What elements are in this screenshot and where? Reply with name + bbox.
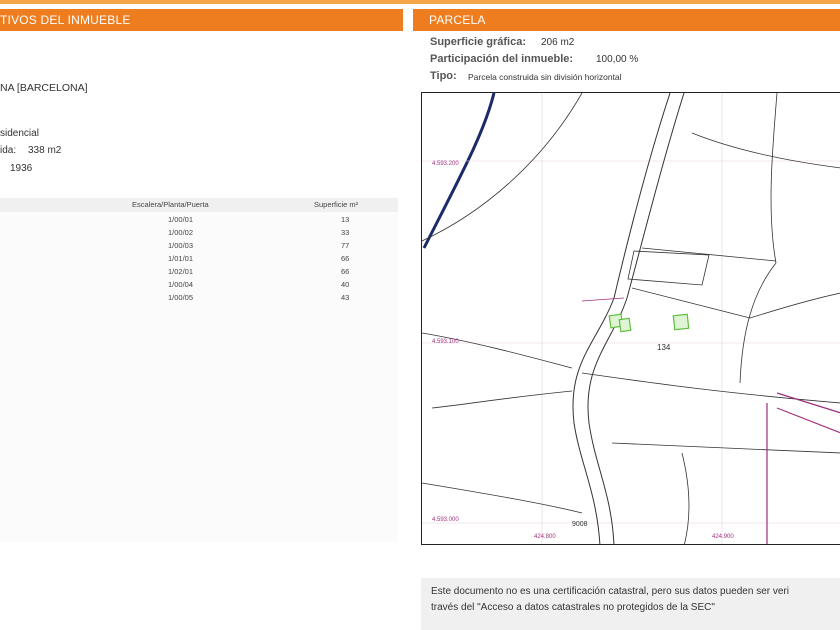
map-parcel-line — [581, 372, 840, 404]
map-parcel-line — [770, 93, 778, 264]
type-value: Parcela construida sin división horizont… — [468, 72, 622, 82]
map-municipal-boundary — [581, 297, 625, 302]
top-accent-line — [0, 0, 840, 4]
footer-note: Este documento no es una certificación c… — [421, 578, 840, 630]
left-panel-header-label: TIVOS DEL INMUEBLE — [0, 13, 131, 27]
row-floor: 1/00/05 — [168, 293, 194, 302]
table-header-floor: Escalera/Planta/Puerta — [132, 200, 209, 209]
road-number-label: 9008 — [572, 521, 588, 528]
map-parcel-line — [681, 452, 690, 544]
map-parcel-line — [611, 442, 840, 454]
map-parcel-line — [631, 287, 751, 319]
footer-note-line-1: Este documento no es una certificación c… — [431, 586, 789, 597]
parcel-number-label: 134 — [657, 343, 671, 352]
map-highlight-building — [672, 313, 690, 331]
map-parcel-line — [431, 390, 573, 409]
row-floor: 1/00/03 — [168, 241, 194, 250]
map-highlight-building — [618, 317, 632, 333]
built-surface-label: ida: — [0, 145, 17, 156]
map-parcel-line — [422, 482, 583, 514]
map-parcel-line — [422, 93, 583, 242]
row-surface: 43 — [341, 293, 350, 302]
table-header-surface: Superficie m² — [314, 200, 359, 209]
left-panel-header: TIVOS DEL INMUEBLE — [0, 9, 403, 31]
coord-label-east-1: 424.800 — [534, 534, 556, 540]
map-thick-boundary — [422, 93, 496, 249]
coord-label-east-2: 424.900 — [712, 534, 734, 540]
row-floor: 1/00/02 — [168, 228, 194, 237]
participation-label: Participación del inmueble: — [430, 53, 574, 65]
cadastral-map[interactable]: 4.593.200 4.593.100 4.593.000 424.800 42… — [421, 92, 840, 545]
map-building-outline — [627, 250, 710, 286]
footer-note-line-2: través del "Acceso a datos catastrales n… — [431, 602, 715, 613]
coord-label-north-3: 4.593.000 — [432, 517, 459, 523]
row-floor: 1/01/01 — [168, 254, 194, 263]
row-surface: 13 — [341, 215, 350, 224]
use-text: sidencial — [0, 128, 39, 139]
map-municipal-boundary — [776, 407, 840, 434]
row-floor: 1/02/01 — [168, 267, 194, 276]
map-parcel-line — [691, 132, 840, 169]
coord-label-north-2: 4.593.100 — [432, 339, 459, 345]
graphic-surface-value: 206 m2 — [541, 37, 575, 48]
row-surface: 66 — [341, 267, 350, 276]
type-label: Tipo: — [430, 70, 457, 82]
map-parcel-line — [749, 292, 840, 319]
right-panel-header-label: PARCELA — [429, 13, 486, 27]
row-surface: 77 — [341, 241, 350, 250]
location-text: NA [BARCELONA] — [0, 82, 88, 94]
table-background — [0, 212, 398, 542]
map-municipal-boundary — [776, 392, 840, 414]
row-surface: 40 — [341, 280, 350, 289]
row-surface: 33 — [341, 228, 350, 237]
right-panel-header: PARCELA — [413, 9, 840, 31]
participation-value: 100,00 % — [596, 54, 639, 65]
year-value: 1936 — [10, 163, 33, 174]
map-canvas: 4.593.200 4.593.100 4.593.000 424.800 42… — [422, 93, 840, 544]
graphic-surface-label: Superficie gráfica: — [430, 36, 526, 48]
built-surface-value: 338 m2 — [28, 145, 62, 156]
map-parcel-line — [739, 262, 777, 384]
map-parcel-line — [641, 247, 777, 262]
coord-label-north-1: 4.593.200 — [432, 161, 459, 167]
row-floor: 1/00/01 — [168, 215, 194, 224]
row-floor: 1/00/04 — [168, 280, 194, 289]
row-surface: 66 — [341, 254, 350, 263]
